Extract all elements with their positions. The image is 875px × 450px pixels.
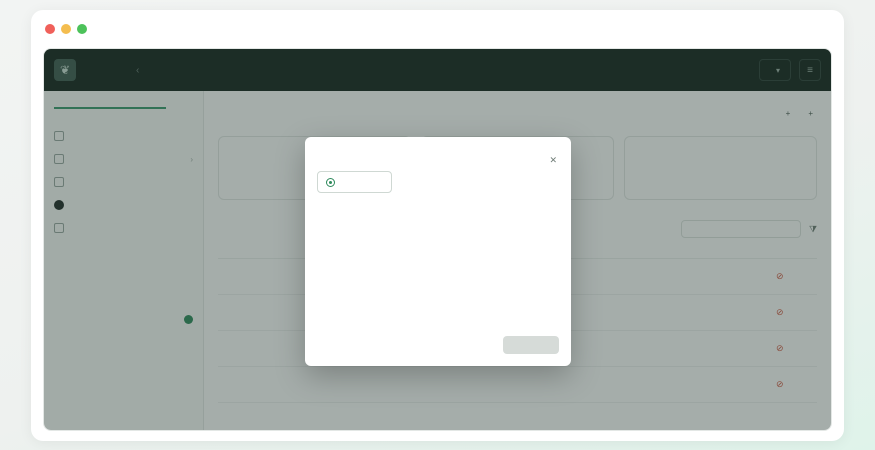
maximize-window-button[interactable] (77, 24, 87, 34)
source-options (317, 171, 559, 193)
dialog-actions (477, 336, 559, 354)
close-window-button[interactable] (45, 24, 55, 34)
radio-selected-icon (326, 177, 335, 187)
source-option-2[interactable] (400, 171, 475, 193)
source-option-1[interactable] (317, 171, 393, 193)
source-option-3[interactable] (484, 171, 559, 193)
window-controls (45, 24, 87, 34)
minimize-window-button[interactable] (61, 24, 71, 34)
cancel-button[interactable] (477, 340, 493, 350)
import-dialog: ✕ (305, 137, 571, 366)
close-icon[interactable]: ✕ (549, 155, 557, 166)
submit-button[interactable] (503, 336, 559, 354)
